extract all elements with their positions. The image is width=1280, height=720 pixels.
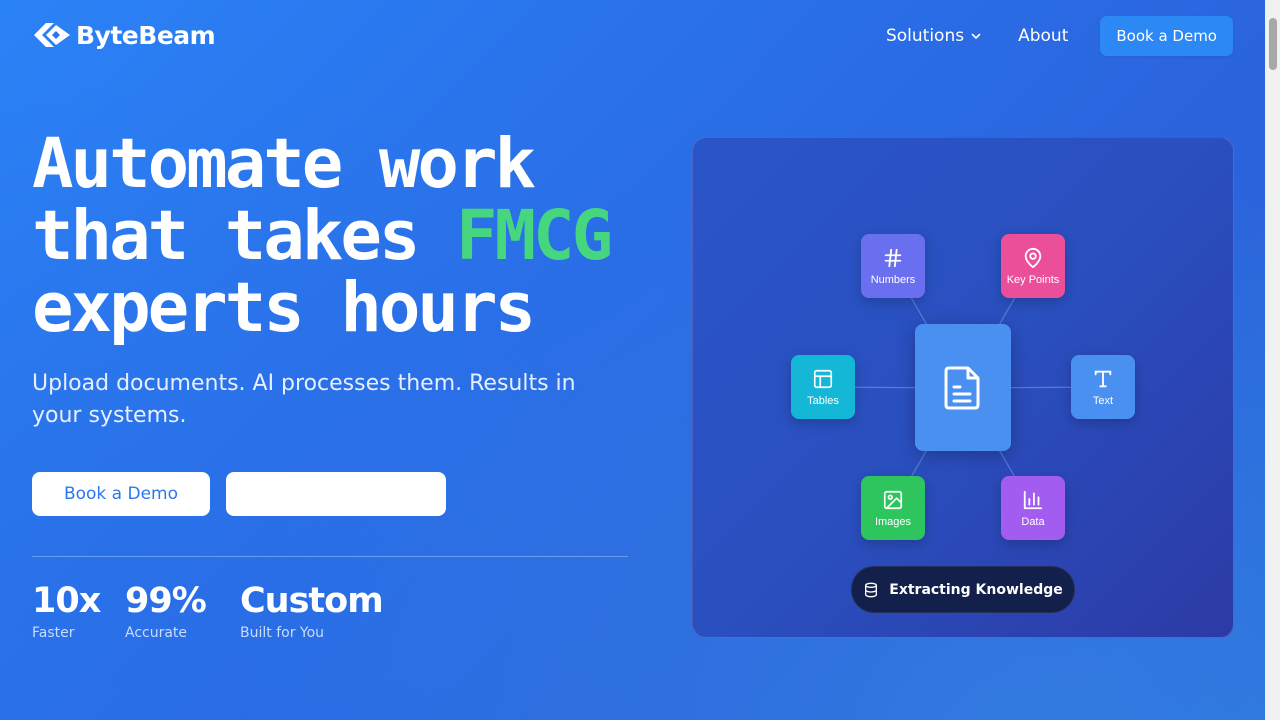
logo[interactable]: ByteBeam xyxy=(32,18,216,52)
node-label: Key Points xyxy=(1006,273,1060,286)
stats-divider xyxy=(32,556,628,557)
page-scrollbar[interactable] xyxy=(1265,0,1280,720)
stat-label: Accurate xyxy=(125,625,188,641)
stat-value: 10x xyxy=(32,581,101,621)
stat-value: Custom xyxy=(240,581,384,621)
main-nav: Solutions About Book a Demo xyxy=(886,16,1233,56)
hero-secondary-button[interactable] xyxy=(226,472,446,516)
headline-accent: FMCG xyxy=(455,196,613,276)
node-numbers: Numbers xyxy=(861,234,925,298)
node-label: Images xyxy=(874,515,912,528)
node-label: Data xyxy=(1021,515,1045,528)
node-images: Images xyxy=(861,476,925,540)
logo-text: ByteBeam xyxy=(76,20,216,50)
hero-book-demo-button[interactable]: Book a Demo xyxy=(32,472,210,516)
document-icon xyxy=(944,366,980,409)
scrollbar-thumb[interactable] xyxy=(1269,18,1277,70)
node-label: Text xyxy=(1092,394,1114,407)
stat-accurate: 99% Accurate xyxy=(125,580,207,641)
stat-custom: Custom Built for You xyxy=(240,580,384,641)
hero-subhead: Upload documents. AI processes them. Res… xyxy=(32,371,576,428)
image-icon xyxy=(883,490,903,509)
chevron-down-icon xyxy=(971,33,981,39)
hash-icon xyxy=(884,248,902,267)
status-pill: Extracting Knowledge xyxy=(851,566,1075,613)
node-tables: Tables xyxy=(791,355,855,419)
node-label: Tables xyxy=(807,394,839,407)
node-data: Data xyxy=(1001,476,1065,540)
text-type-icon xyxy=(1094,370,1112,387)
center-document xyxy=(915,324,1011,451)
table-icon xyxy=(813,369,833,388)
extraction-diagram: Numbers Key Points Tables Text Images Da… xyxy=(692,137,1234,638)
stat-value: 99% xyxy=(125,581,207,621)
node-text: Text xyxy=(1071,355,1135,419)
node-label: Numbers xyxy=(870,273,916,286)
node-key-points: Key Points xyxy=(1001,234,1065,298)
header-book-demo-button[interactable]: Book a Demo xyxy=(1100,16,1233,56)
nav-solutions-label: Solutions xyxy=(885,26,965,46)
map-pin-icon xyxy=(1024,247,1042,268)
headline-line-2: that takes xyxy=(32,196,456,276)
bytebeam-logo-icon xyxy=(34,23,70,47)
stat-label: Faster xyxy=(32,625,75,641)
database-icon xyxy=(865,582,878,597)
headline-line-1: Automate work xyxy=(32,124,536,204)
nav-solutions[interactable]: Solutions xyxy=(886,26,982,46)
stat-faster: 10x Faster xyxy=(32,580,101,641)
hero-headline: Automate work that takes FMCG experts ho… xyxy=(32,128,613,344)
bar-chart-icon xyxy=(1023,490,1043,509)
nav-about[interactable]: About xyxy=(1018,26,1068,46)
stat-label: Built for You xyxy=(240,625,325,641)
status-text: Extracting Knowledge xyxy=(889,581,1063,598)
headline-line-3: experts hours xyxy=(32,268,536,348)
